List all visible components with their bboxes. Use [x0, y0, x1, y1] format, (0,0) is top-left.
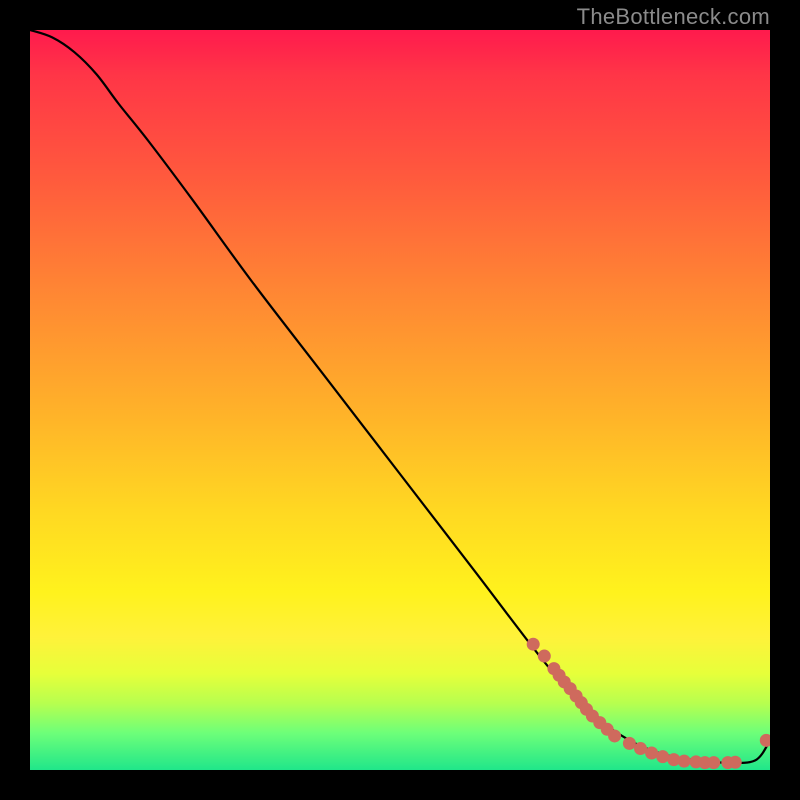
scatter-dot [608, 729, 621, 742]
chart-overlay [30, 30, 770, 770]
scatter-dot [656, 750, 669, 763]
watermark-text: TheBottleneck.com [577, 4, 770, 30]
chart-stage: TheBottleneck.com [0, 0, 800, 800]
scatter-dot [538, 650, 551, 663]
scatter-dot [729, 756, 742, 769]
scatter-dot [623, 737, 636, 750]
scatter-dot [678, 755, 691, 768]
scatter-points [527, 638, 770, 769]
curve-line [30, 30, 770, 763]
scatter-dot [527, 638, 540, 651]
scatter-dot [707, 756, 720, 769]
scatter-dot [645, 746, 658, 759]
scatter-dot [634, 742, 647, 755]
scatter-dot [760, 734, 770, 747]
